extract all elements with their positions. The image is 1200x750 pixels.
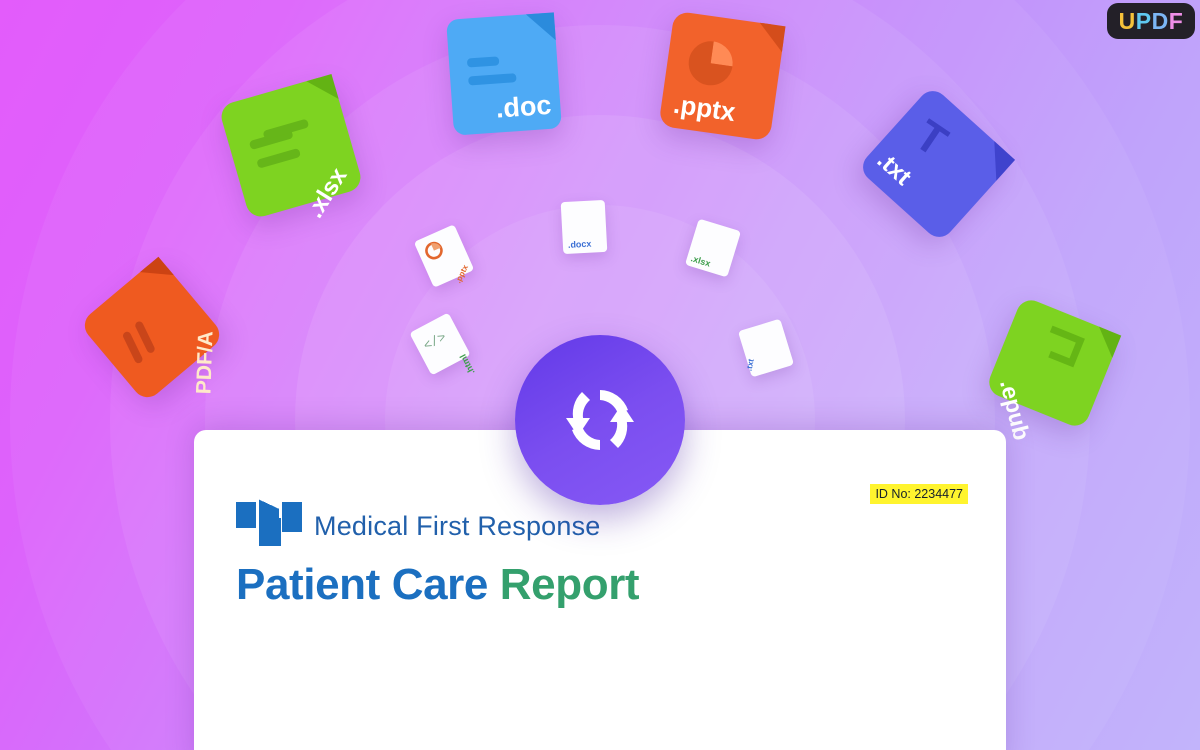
folded-corner-icon xyxy=(525,12,556,43)
pie-chart-small-icon xyxy=(425,241,443,260)
page-title: Patient Care Report xyxy=(236,560,964,610)
small-card-txt-label: .txt xyxy=(744,358,756,372)
pie-chart-icon xyxy=(688,41,733,86)
updf-letter-d: D xyxy=(1151,7,1169,34)
file-card-pptx-label: .pptx xyxy=(671,88,738,128)
page-title-part-2: Report xyxy=(499,560,640,609)
updf-logo-badge: U P D F xyxy=(1107,3,1195,39)
small-card-docx[interactable]: .docx xyxy=(560,199,608,255)
page-title-part-1: Patient Care xyxy=(236,560,500,609)
medical-cross-logo xyxy=(236,478,302,546)
xlsx-line-3 xyxy=(256,147,302,169)
organization-name: Medical First Response xyxy=(314,511,601,541)
updf-letter-f: F xyxy=(1168,7,1184,34)
epub-glyph-icon xyxy=(1048,325,1085,368)
code-brackets-icon: </> xyxy=(421,329,449,354)
patient-id-badge: ID No: 2234477 xyxy=(870,484,968,504)
folded-corner-icon xyxy=(756,22,786,53)
small-card-docx-label: .docx xyxy=(567,238,592,250)
updf-letter-p: P xyxy=(1135,7,1152,34)
doc-line-1 xyxy=(466,56,500,68)
doc-line-2 xyxy=(468,73,517,86)
file-card-pptx[interactable]: .pptx xyxy=(658,10,786,142)
convert-sync-button[interactable] xyxy=(515,335,685,505)
file-card-doc[interactable]: .doc xyxy=(446,12,562,136)
updf-letter-u: U xyxy=(1118,7,1136,34)
file-card-doc-label: .doc xyxy=(494,89,553,124)
small-card-xlsx-label: .xlsx xyxy=(689,253,712,269)
file-card-pdfa-label: PDF/A xyxy=(192,330,218,395)
sync-convert-icon xyxy=(566,390,634,450)
txt-t-glyph: T xyxy=(906,110,956,167)
